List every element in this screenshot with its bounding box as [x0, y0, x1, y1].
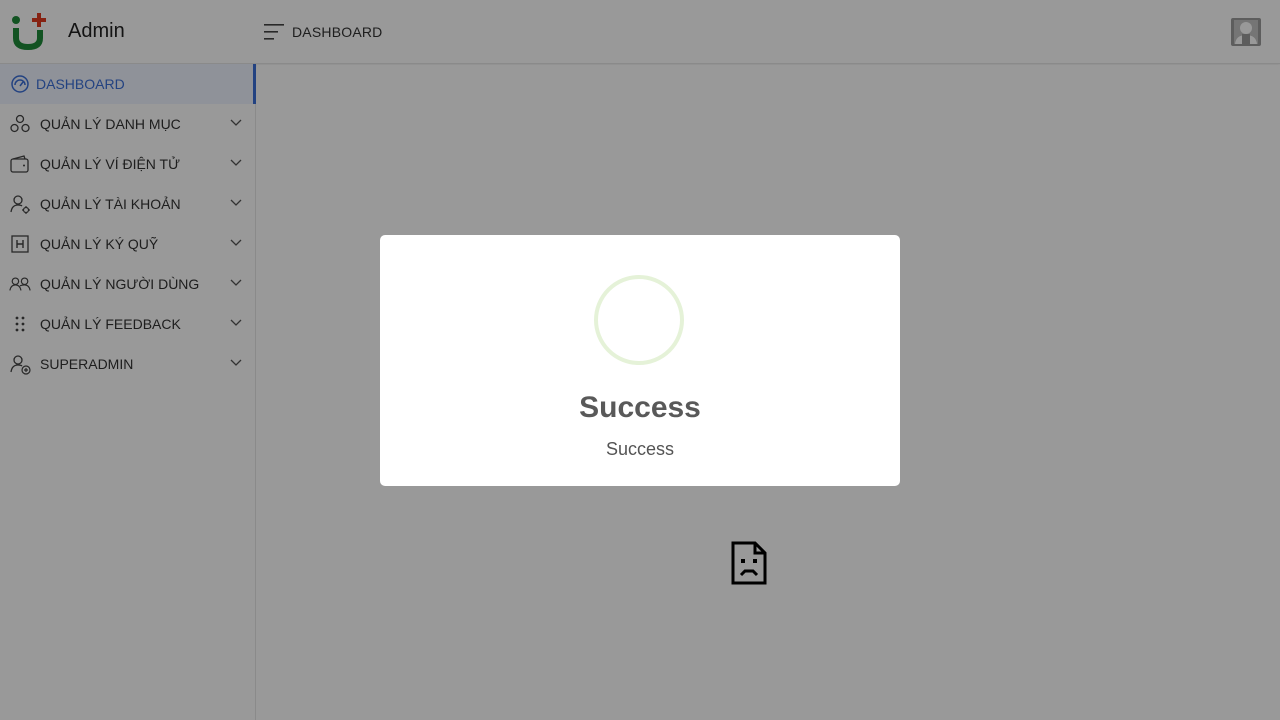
dialog-message: Success: [605, 439, 675, 459]
dialog-title: Success: [579, 391, 701, 424]
success-dialog: Success Success: [380, 235, 900, 486]
success-circle-icon: [594, 275, 684, 365]
